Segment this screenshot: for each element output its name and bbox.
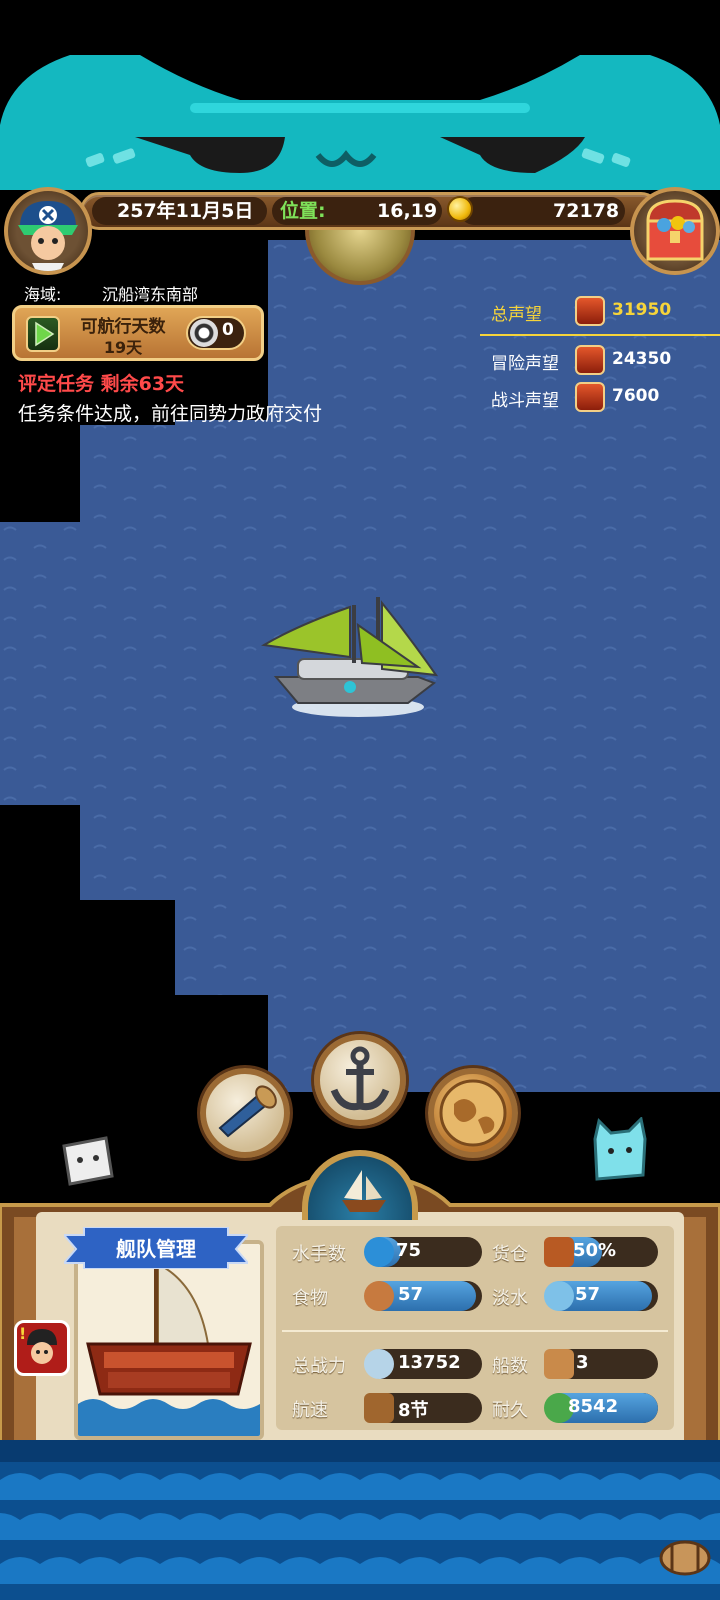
reputation-divider <box>480 334 720 336</box>
speed-label: 航速 <box>292 1400 328 1421</box>
adventure-reputation-value: 24350 <box>612 349 672 369</box>
quest-status-text[interactable]: 任务条件达成，前往同势力政府交付 <box>18 399 322 426</box>
water-label: 淡水 <box>492 1288 528 1309</box>
food-label: 食物 <box>292 1288 328 1309</box>
fleet-title: 舰队管理 <box>116 1237 196 1261</box>
water-value: 57 <box>575 1284 601 1305</box>
ship-count-value: 3 <box>576 1352 589 1373</box>
fleet-ship-illustration[interactable] <box>74 1240 264 1440</box>
total-reputation-label: 总声望 <box>491 305 542 325</box>
ship-cutaway-icon <box>78 1244 260 1436</box>
swords-icon <box>364 1349 394 1379</box>
position-value: 16,19 <box>377 200 438 222</box>
water-jug-icon <box>544 1281 574 1311</box>
speed-value: 8节 <box>398 1400 429 1421</box>
pirate-avatar-icon <box>18 201 78 271</box>
total-reputation-icon <box>575 296 605 326</box>
spyglass-icon <box>218 1085 277 1138</box>
sailboat-icon <box>364 1393 394 1423</box>
play-icon <box>35 321 55 347</box>
ship-count-label: 船数 <box>492 1356 528 1377</box>
sailing-days-value: 19天 <box>103 338 143 357</box>
rating-quest-text: 评定任务 剩余63天 <box>18 373 185 395</box>
sea-region-label: 海域: <box>24 285 62 304</box>
food-value: 57 <box>398 1284 424 1305</box>
play-button[interactable] <box>26 316 60 352</box>
cat-face-banner <box>0 55 720 190</box>
meat-icon <box>364 1281 394 1311</box>
sailing-counter-value: 0 <box>222 320 234 340</box>
anchor-icon <box>330 1046 390 1111</box>
total-reputation-value: 31950 <box>612 300 672 320</box>
spyglass-button[interactable] <box>200 1068 290 1158</box>
ship-helm-button[interactable] <box>302 1150 418 1220</box>
pirate-captain-icon: ! <box>19 1324 57 1364</box>
total-power-value: 13752 <box>398 1352 461 1373</box>
durability-label: 耐久 <box>492 1400 528 1421</box>
battle-reputation-value: 7600 <box>612 386 660 406</box>
bottom-sea-decoration <box>0 1440 720 1600</box>
sailors-value: 75 <box>396 1240 422 1261</box>
boat-icon <box>544 1349 574 1379</box>
position-label: 位置: <box>280 200 326 222</box>
treasure-chest-button[interactable] <box>630 187 720 275</box>
cargo-label: 货仓 <box>492 1244 528 1265</box>
total-power-label: 总战力 <box>292 1356 346 1377</box>
captain-avatar[interactable] <box>4 187 92 275</box>
world-map-button[interactable] <box>428 1068 518 1158</box>
sailors-label: 水手数 <box>292 1244 346 1265</box>
world-map-icon <box>439 1079 507 1147</box>
svg-text:!: ! <box>19 1324 26 1343</box>
durability-value: 8542 <box>568 1396 619 1417</box>
anchor-button[interactable] <box>314 1034 406 1126</box>
wheel-token-icon <box>190 319 218 347</box>
cargo-value: 50% <box>573 1240 617 1261</box>
sea-region-value: 沉船湾东南部 <box>102 285 199 304</box>
battle-reputation-icon <box>575 382 605 412</box>
stats-divider <box>282 1330 668 1332</box>
adventure-reputation-icon <box>575 345 605 375</box>
player-ship[interactable] <box>258 595 448 735</box>
captain-alert-button[interactable]: ! <box>14 1320 70 1376</box>
barrel-icon[interactable] <box>658 1538 712 1578</box>
cargo-crate-icon <box>544 1237 574 1267</box>
sailor-icon <box>364 1237 394 1267</box>
ship-icon <box>342 1170 386 1212</box>
treasure-chest-icon <box>646 199 704 261</box>
game-date: 257年11月5日 <box>117 200 254 222</box>
gold-coin-icon <box>447 196 473 222</box>
battle-reputation-label: 战斗声望 <box>491 391 559 411</box>
gold-amount: 72178 <box>553 200 620 222</box>
adventure-reputation-label: 冒险声望 <box>491 354 559 374</box>
